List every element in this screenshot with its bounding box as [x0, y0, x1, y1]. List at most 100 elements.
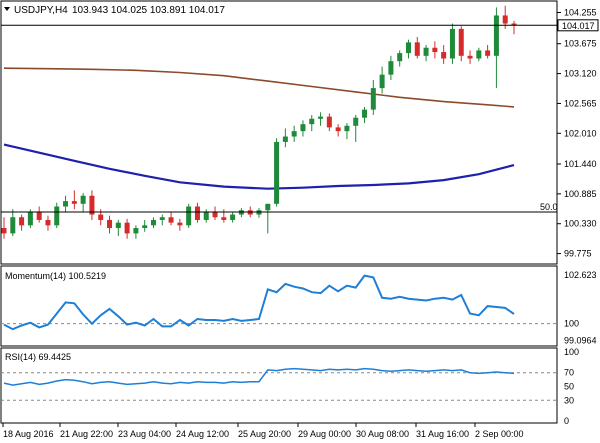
- candle-body: [230, 214, 236, 220]
- candle-body: [379, 74, 385, 89]
- price-tick-label: 99.775: [564, 249, 592, 259]
- rsi-series: [3, 367, 515, 386]
- time-tick-label: 24 Aug 12:00: [176, 429, 229, 439]
- candle-body: [362, 109, 368, 118]
- candle-body: [27, 211, 33, 226]
- momentum-tick-label: 99.0964: [564, 335, 597, 345]
- time-tick-label: 18 Aug 2016: [3, 429, 54, 439]
- price-tick-label: 100.330: [564, 219, 597, 229]
- rsi-tick-label: 50: [564, 382, 574, 392]
- candle-body: [80, 195, 86, 204]
- candle-body: [344, 125, 350, 132]
- dropdown-arrow-icon[interactable]: [4, 7, 10, 11]
- candle-body: [300, 124, 306, 132]
- moving-averages: [3, 67, 515, 190]
- candle-body: [353, 117, 359, 126]
- price-tick-label: 101.440: [564, 159, 597, 169]
- candle-body: [36, 211, 42, 220]
- candle-body: [265, 203, 271, 211]
- price-axis: 104.255 103.675 103.120 102.565 102.010 101.4…: [557, 7, 597, 259]
- trading-chart: USDJPY,H4 103.943 104.025 103.891 104.01…: [0, 0, 599, 439]
- candle-body: [370, 88, 376, 110]
- candle-body: [326, 116, 332, 128]
- candle-body: [335, 127, 341, 132]
- price-tick-label: 100.885: [564, 189, 597, 199]
- fast-ma-line: [3, 143, 515, 190]
- candle-body: [186, 206, 192, 226]
- candle-body: [318, 116, 324, 119]
- candle-body: [467, 55, 473, 59]
- rsi-tick-label: 70: [564, 368, 574, 378]
- rsi-axis: 100 70 50 30 0: [1, 347, 579, 426]
- candle-body: [1, 228, 7, 234]
- candles: [1, 5, 517, 239]
- candle-body: [159, 217, 165, 220]
- candle-body: [274, 141, 280, 204]
- time-tick-label: 29 Aug 00:00: [298, 429, 351, 439]
- time-tick-label: 30 Aug 08:00: [356, 429, 409, 439]
- rsi-tick-label: 100: [564, 347, 579, 357]
- candle-body: [388, 61, 394, 75]
- price-tick-label: 103.675: [564, 39, 597, 49]
- candle-body: [476, 50, 482, 59]
- momentum-series: [3, 274, 515, 331]
- candle-body: [194, 206, 200, 220]
- candle-body: [309, 118, 315, 125]
- price-tick-label: 104.255: [564, 7, 597, 17]
- chart-header: USDJPY,H4 103.943 104.025 103.891 104.01…: [4, 5, 225, 16]
- current-price-label: 104.017: [562, 21, 595, 31]
- momentum-tick-label: 100: [564, 319, 579, 329]
- momentum-tick-label: 102.623: [564, 270, 597, 280]
- candle-body: [414, 42, 420, 56]
- candle-body: [212, 211, 218, 218]
- candle-body: [502, 15, 508, 24]
- candle-body: [405, 42, 411, 54]
- candle-body: [63, 201, 69, 207]
- rsi-panel-frame: [0, 347, 558, 424]
- candle-body: [282, 136, 288, 142]
- rsi-title: RSI(14) 69.4425: [5, 352, 71, 362]
- candle-body: [142, 225, 148, 229]
- candle-body: [221, 217, 227, 220]
- rsi-tick-label: 0: [564, 416, 569, 426]
- candle-body: [493, 15, 499, 56]
- candle-body: [423, 47, 429, 56]
- price-tick-label: 102.010: [564, 128, 597, 138]
- candle-body: [458, 28, 464, 56]
- candle-body: [485, 50, 491, 56]
- time-tick-label: 31 Aug 16:00: [416, 429, 469, 439]
- candle-body: [133, 228, 139, 234]
- rsi-tick-label: 30: [564, 395, 574, 405]
- time-tick-label: 2 Sep 00:00: [475, 429, 524, 439]
- momentum-axis: 102.623 100 99.0964: [1, 270, 597, 345]
- time-axis: 18 Aug 2016 21 Aug 22:00 23 Aug 04:00 24 Au…: [2, 423, 524, 439]
- candle-body: [71, 201, 77, 204]
- candle-body: [107, 219, 113, 229]
- rsi-line: [3, 367, 515, 386]
- candle-body: [150, 219, 156, 226]
- candle-body: [432, 47, 438, 53]
- momentum-line: [3, 274, 515, 331]
- candle-body: [54, 206, 60, 226]
- time-tick-label: 21 Aug 22:00: [60, 429, 113, 439]
- price-tick-label: 103.120: [564, 69, 597, 79]
- time-tick-label: 25 Aug 20:00: [238, 429, 291, 439]
- candle-body: [98, 214, 104, 220]
- candle-body: [177, 222, 183, 226]
- candle-body: [449, 28, 455, 59]
- candle-body: [291, 131, 297, 137]
- price-panel-frame: [0, 0, 558, 265]
- candle-body: [203, 211, 209, 220]
- momentum-title: Momentum(14) 100.5219: [5, 271, 106, 281]
- candle-body: [168, 217, 174, 223]
- price-tick-label: 102.565: [564, 98, 597, 108]
- ohlc-readout: 103.943 104.025 103.891 104.017: [72, 5, 225, 16]
- candle-body: [124, 222, 130, 234]
- candle-body: [45, 219, 51, 226]
- level-marker-label: 50.0: [540, 202, 558, 212]
- symbol-title: USDJPY,H4: [14, 5, 68, 16]
- candle-body: [441, 52, 447, 59]
- candle-body: [19, 217, 25, 226]
- slow-ma-line: [3, 67, 515, 108]
- candle-body: [115, 222, 121, 229]
